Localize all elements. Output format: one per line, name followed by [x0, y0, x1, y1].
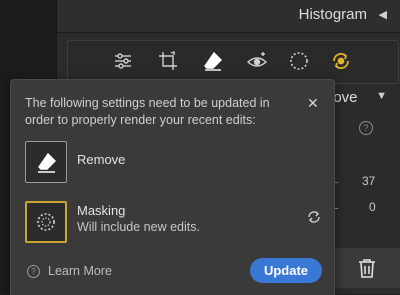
masking-icon[interactable] [288, 50, 310, 72]
red-eye-icon[interactable] [246, 50, 268, 72]
learn-more-label: Learn More [48, 264, 112, 278]
learn-more-link[interactable]: ? Learn More [27, 264, 112, 278]
section-collapse-icon[interactable]: ▼ [376, 90, 387, 102]
remove-item-title: Remove [77, 152, 126, 167]
histogram-title: Histogram [298, 6, 367, 23]
remove-eraser-icon [38, 152, 56, 173]
edit-sliders-icon[interactable] [112, 50, 134, 72]
update-settings-dialog: The following settings need to be update… [10, 79, 335, 295]
masking-item-thumbnail [25, 201, 67, 243]
sync-icon [307, 210, 321, 224]
edit-tools-bar [67, 40, 399, 84]
value-field[interactable]: 0 [369, 200, 376, 214]
close-icon[interactable]: ✕ [307, 95, 319, 112]
masking-icon [37, 213, 55, 231]
dialog-message: The following settings need to be update… [25, 96, 270, 127]
collapse-arrow-icon[interactable]: ◀ [379, 8, 387, 21]
crop-icon[interactable] [157, 50, 179, 72]
masking-item-subtitle: Will include new edits. [77, 220, 200, 234]
value-field[interactable]: 37 [362, 174, 375, 188]
remove-item-thumbnail [25, 141, 67, 183]
help-icon[interactable]: ? [359, 121, 373, 135]
update-button[interactable]: Update [250, 258, 322, 283]
histogram-header[interactable]: Histogram ◀ [57, 0, 400, 33]
remove-eraser-icon[interactable] [202, 50, 224, 72]
help-icon: ? [27, 265, 40, 278]
masking-item-title: Masking [77, 203, 126, 218]
presets-sync-icon[interactable] [330, 50, 352, 72]
trash-icon[interactable] [358, 258, 376, 278]
